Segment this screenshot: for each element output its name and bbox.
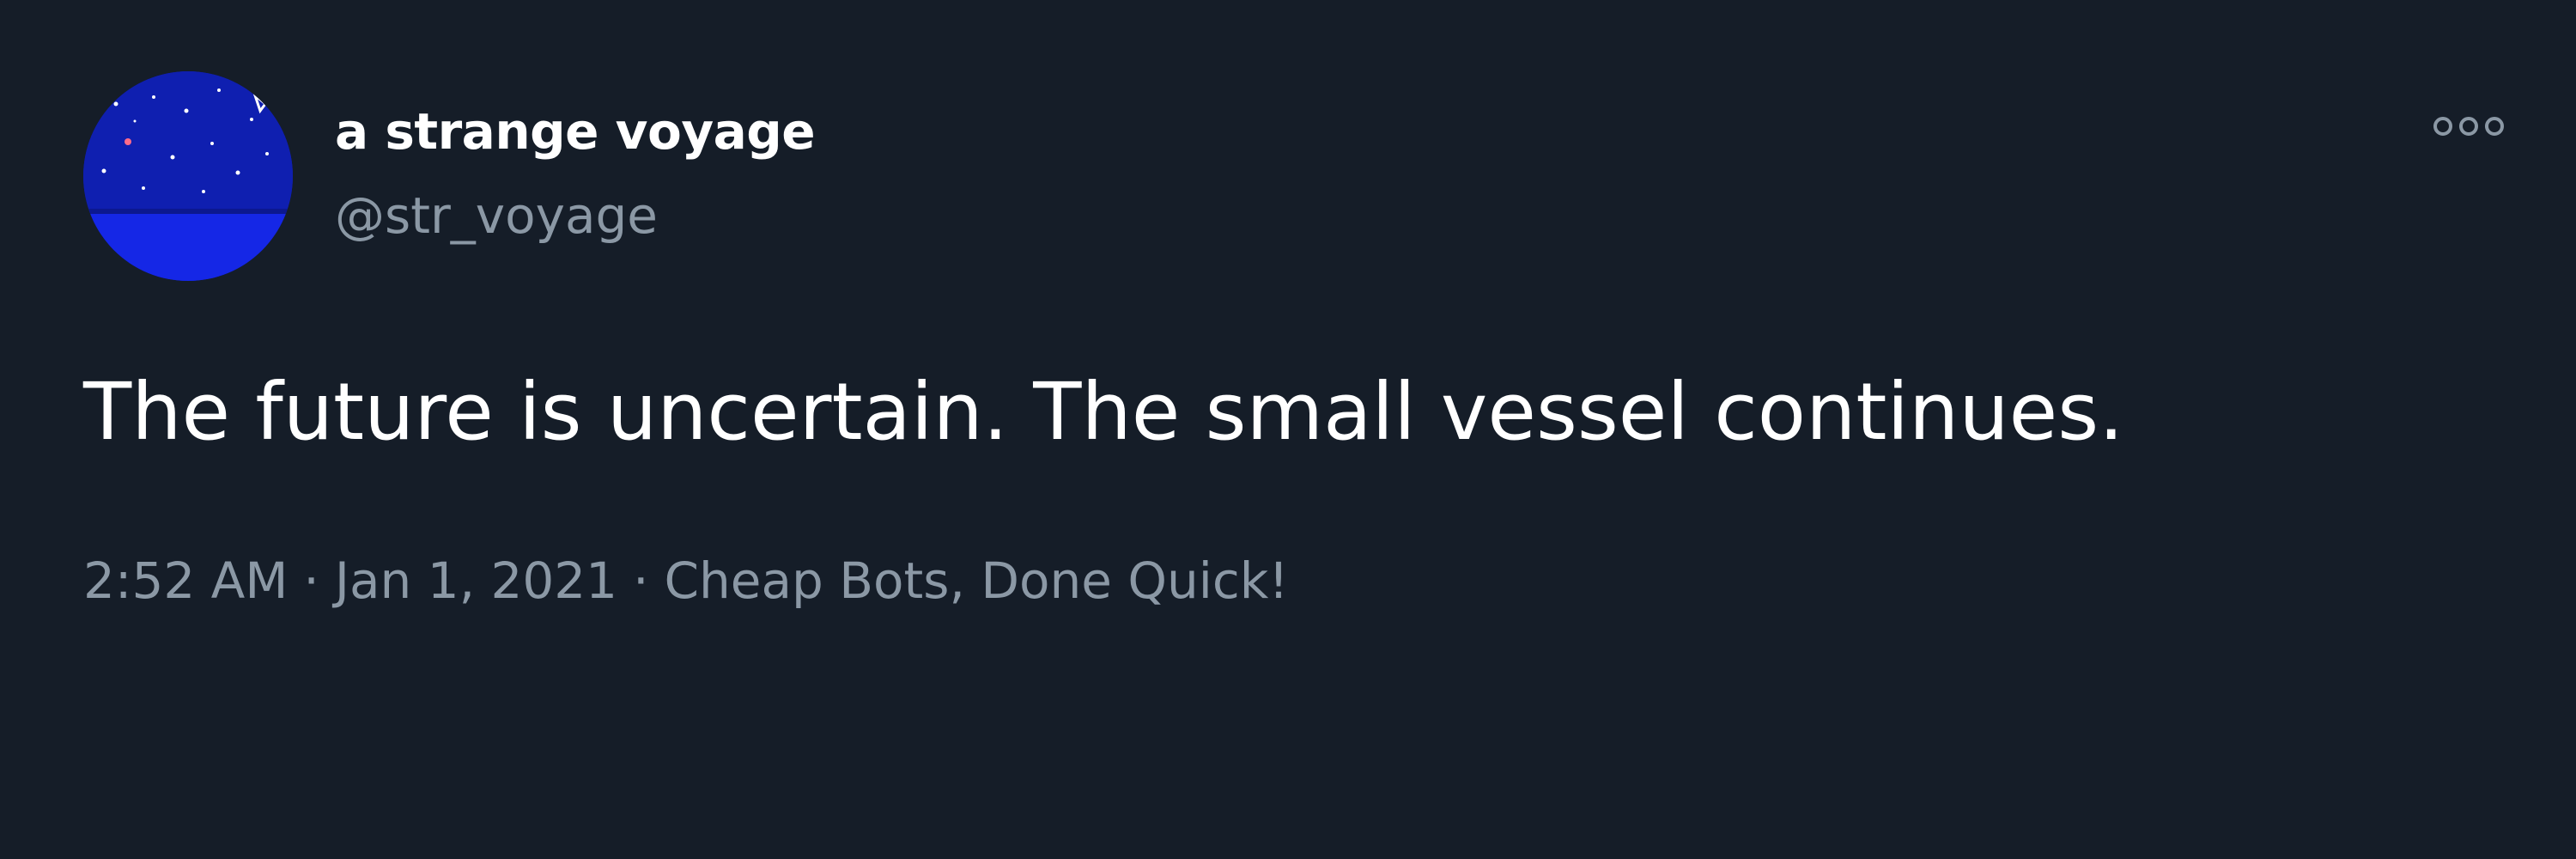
more-options-icon — [2433, 117, 2504, 136]
user-handle[interactable]: @str_voyage — [335, 186, 658, 246]
display-name[interactable]: a strange voyage — [335, 101, 816, 161]
tweet-date[interactable]: Jan 1, 2021 — [335, 551, 617, 610]
tweet-metadata: 2:52 AM · Jan 1, 2021 · Cheap Bots, Done Qui… — [83, 550, 1289, 612]
tweet-time[interactable]: 2:52 AM — [83, 551, 288, 610]
tweet-card: a strange voyage @str_voyage The future … — [0, 0, 2576, 859]
more-options-button[interactable] — [2430, 107, 2507, 145]
separator-dot: · — [303, 551, 319, 610]
night-sea-avatar-icon — [83, 71, 293, 281]
avatar[interactable] — [83, 71, 293, 281]
tweet-text: The future is uncertain. The small vesse… — [83, 366, 2124, 458]
separator-dot: · — [633, 551, 649, 610]
tweet-source[interactable]: Cheap Bots, Done Quick! — [665, 551, 1289, 610]
